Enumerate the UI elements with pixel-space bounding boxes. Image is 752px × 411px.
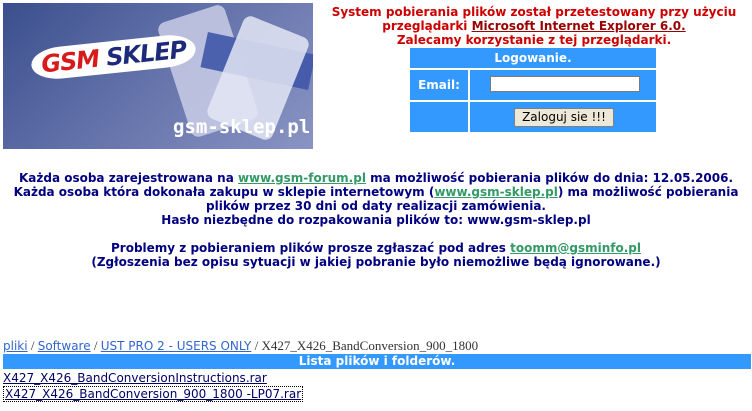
- breadcrumb-software[interactable]: Software: [38, 339, 91, 353]
- notice-line-2: przeglądarki Microsoft Internet Explorer…: [318, 19, 750, 33]
- login-button[interactable]: Zaloguj sie !!!: [514, 108, 614, 127]
- info-line-2-pre: Każda osoba która dokonała zakupu w skle…: [13, 185, 435, 199]
- gsm-forum-link[interactable]: www.gsm-forum.pl: [238, 171, 366, 185]
- ie-link[interactable]: Microsoft Internet Explorer 6.0.: [472, 19, 686, 33]
- notice-line-3: Zalecamy korzystanie z tej przeglądarki.: [396, 33, 672, 47]
- info-line-3: plików przez 30 dni od daty realizacji z…: [206, 199, 546, 213]
- info-line-6: (Zgłoszenia bez opisu sytuacji w jakiej …: [91, 255, 661, 269]
- info-line-5: Problemy z pobieraniem plików prosze zgł…: [0, 241, 752, 255]
- login-box: Logowanie. Email: Zaloguj sie !!!: [410, 48, 656, 132]
- info-line-4: Hasło niezbędne do rozpakowania plików t…: [161, 213, 591, 227]
- file-link-bandconversion[interactable]: X427_X426_BandConversion_900_1800 -LP07.…: [3, 386, 304, 402]
- email-label: Email:: [410, 70, 468, 100]
- breadcrumb: pliki / Software / UST PRO 2 - USERS ONL…: [3, 338, 478, 354]
- login-spacer-cell: [410, 102, 468, 132]
- info-text: Każda osoba zarejestrowana na www.gsm-fo…: [0, 171, 752, 269]
- breadcrumb-separator: /: [254, 338, 259, 353]
- breadcrumb-current: X427_X426_BandConversion_900_1800: [261, 338, 479, 353]
- file-link-instructions[interactable]: X427_X426_BandConversionInstructions.rar: [3, 371, 267, 385]
- login-button-cell: Zaloguj sie !!!: [470, 102, 656, 132]
- notice-line-2-text: przeglądarki: [382, 19, 472, 33]
- info-line-1-post: ma możliwość pobierania plików do dnia: …: [365, 171, 734, 185]
- info-line-1-pre: Każda osoba zarejestrowana na: [18, 171, 238, 185]
- breadcrumb-separator: /: [30, 338, 35, 353]
- email-field[interactable]: [490, 76, 640, 92]
- gsm-sklep-link[interactable]: www.gsm-sklep.pl: [434, 185, 558, 199]
- logo-site-name: gsm-sklep.pl: [173, 116, 311, 138]
- email-cell: [470, 70, 656, 100]
- info-line-2: Każda osoba która dokonała zakupu w skle…: [0, 185, 752, 199]
- breadcrumb-pliki[interactable]: pliki: [3, 339, 28, 353]
- info-line-5-pre: Problemy z pobieraniem plików prosze zgł…: [111, 241, 511, 255]
- file-list-header: Lista plików i folderów.: [3, 354, 751, 369]
- login-header: Logowanie.: [410, 48, 656, 68]
- support-email-link[interactable]: toomm@gsminfo.pl: [510, 241, 641, 255]
- breadcrumb-ust-pro[interactable]: UST PRO 2 - USERS ONLY: [101, 339, 252, 353]
- info-line-1: Każda osoba zarejestrowana na www.gsm-fo…: [0, 171, 752, 185]
- gsm-sklep-logo: GSM SKLEP gsm-sklep.pl: [3, 3, 313, 149]
- browser-notice: System pobierania plików został przetest…: [318, 5, 750, 47]
- notice-line-1: System pobierania plików został przetest…: [331, 5, 737, 19]
- info-line-2-post: ) ma możliwość pobierania: [557, 185, 739, 199]
- brand-gsm: GSM: [39, 44, 101, 79]
- breadcrumb-separator: /: [93, 338, 98, 353]
